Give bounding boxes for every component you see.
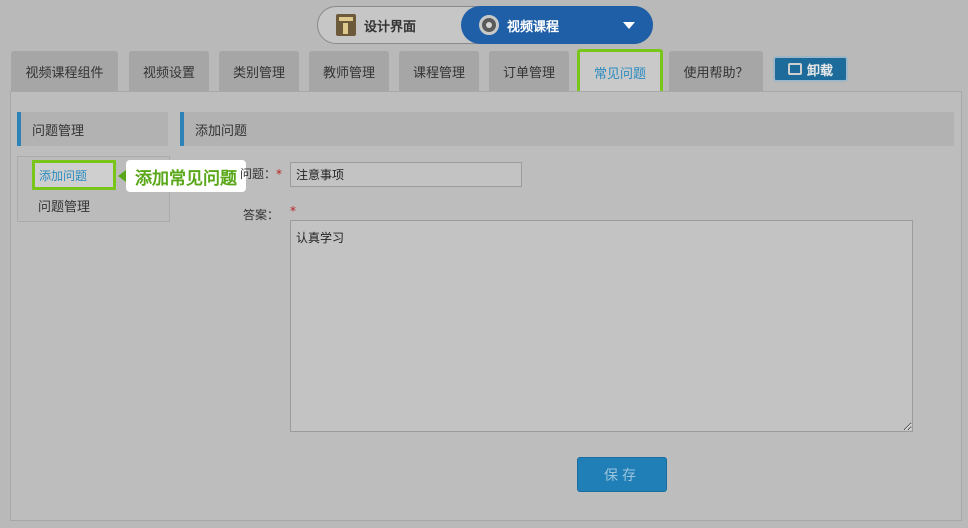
required-mark: * (276, 167, 283, 181)
tab-help[interactable]: 使用帮助？ (669, 51, 763, 91)
design-interface-button[interactable]: 设计界面 (336, 7, 416, 43)
tab-video-settings[interactable]: 视频设置 (129, 51, 209, 91)
tab-label: 常见问题 (593, 66, 646, 82)
tab-faq[interactable]: 常见问题 (577, 49, 663, 95)
tab-label: 课程管理 (412, 65, 465, 81)
required-mark: * (290, 204, 296, 218)
uninstall-icon (787, 63, 802, 75)
tab-label: 订单管理 (502, 65, 555, 81)
callout-tooltip: 添加常见问题 (118, 160, 246, 192)
design-interface-label: 设计界面 (364, 19, 417, 35)
answer-label-wrap: 答案： (243, 206, 279, 223)
chevron-down-icon (623, 22, 635, 29)
tab-label: 视频设置 (142, 65, 195, 81)
question-input[interactable] (290, 162, 522, 187)
tab-label: 教师管理 (322, 65, 375, 81)
tab-label: 使用帮助？ (683, 65, 749, 81)
answer-textarea[interactable]: 认真学习 (290, 220, 913, 432)
save-button[interactable]: 保存 (577, 457, 667, 492)
question-label-wrap: 问题：* (240, 165, 282, 182)
tab-order-management[interactable]: 订单管理 (489, 51, 569, 91)
sidebar-item-add-question[interactable]: 添加问题 (32, 160, 116, 190)
tab-category-management[interactable]: 类别管理 (219, 51, 299, 91)
design-interface-icon (336, 14, 356, 36)
gear-icon (479, 15, 499, 35)
tab-teacher-management[interactable]: 教师管理 (309, 51, 389, 91)
answer-label: 答案： (243, 208, 280, 222)
uninstall-button[interactable]: 卸载 (773, 56, 848, 82)
uninstall-label: 卸载 (806, 63, 833, 79)
video-course-dropdown[interactable]: 视频课程 (461, 6, 653, 44)
tab-course-management[interactable]: 课程管理 (399, 51, 479, 91)
sidebar-title: 问题管理 (17, 112, 168, 146)
tab-label: 视频课程组件 (25, 65, 104, 81)
tab-label: 类别管理 (232, 65, 285, 81)
page-title: 添加问题 (180, 112, 954, 146)
question-label: 问题： (240, 167, 277, 181)
tab-video-course-component[interactable]: 视频课程组件 (11, 51, 118, 91)
sidebar-item-question-management[interactable]: 问题管理 (38, 196, 90, 215)
video-course-label: 视频课程 (507, 19, 560, 35)
mode-switcher: 设计界面 视频课程 (317, 6, 653, 44)
